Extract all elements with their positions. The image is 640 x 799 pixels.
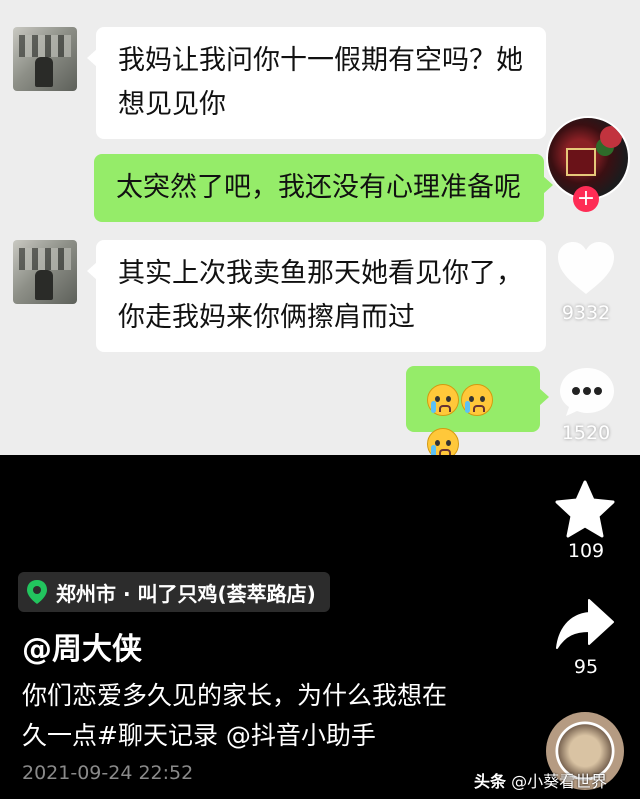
chat-message-sent: 太突然了吧，我还没有心理准备呢	[94, 154, 553, 222]
caption-line: 你们恋爱多久见的家长，为什么我想在	[22, 681, 448, 710]
crying-face-icon	[427, 383, 459, 416]
like-heart-icon[interactable]	[556, 240, 616, 296]
message-text: 太突然了吧，我还没有心理准备呢	[116, 172, 521, 203]
follow-button[interactable]: +	[573, 186, 599, 212]
message-text: 其实上次我卖鱼那天她看见你了，	[118, 258, 523, 289]
chat-screenshot: 我妈让我问你十一假期有空吗？她 想见见你 太突然了吧，我还没有心理准备呢 其实上…	[0, 0, 640, 455]
message-text: 你走我妈来你俩擦肩而过	[118, 302, 415, 333]
author-name[interactable]: @周大侠	[22, 624, 142, 668]
message-text: 想见见你	[118, 89, 226, 120]
favorite-star-icon[interactable]	[555, 480, 615, 538]
share-count: 95	[573, 656, 599, 678]
post-date: 2021-09-24 22:52	[22, 762, 194, 784]
post-caption: 你们恋爱多久见的家长，为什么我想在 久一点#聊天记录 @抖音小助手	[22, 676, 542, 756]
comment-icon[interactable]	[558, 366, 616, 418]
location-text: 郑州市 · 叫了只鸡(荟萃路店)	[56, 581, 316, 606]
location-tag[interactable]: 郑州市 · 叫了只鸡(荟萃路店)	[18, 572, 330, 612]
friend-avatar	[13, 240, 77, 304]
share-arrow-icon[interactable]	[555, 598, 615, 650]
watermark: 头条 @小葵看世界	[474, 768, 607, 792]
chat-message-received: 我妈让我问你十一假期有空吗？她 想见见你	[87, 27, 546, 139]
chat-message-sent-emoji	[406, 366, 549, 455]
message-text: 我妈让我问你十一假期有空吗？她	[118, 45, 523, 76]
watermark-source: 头条	[474, 772, 507, 791]
favorite-count: 109	[567, 540, 605, 562]
location-pin-icon	[27, 580, 47, 604]
like-count: 9332	[561, 302, 611, 324]
watermark-account: @小葵看世界	[511, 772, 608, 791]
caption-line[interactable]: 久一点#聊天记录 @抖音小助手	[22, 716, 542, 756]
chat-message-received: 其实上次我卖鱼那天她看见你了， 你走我妈来你俩擦肩而过	[87, 240, 546, 352]
crying-face-icon	[461, 383, 493, 416]
crying-face-icon	[427, 427, 459, 455]
friend-avatar	[13, 27, 77, 91]
comment-count: 1520	[561, 422, 611, 444]
